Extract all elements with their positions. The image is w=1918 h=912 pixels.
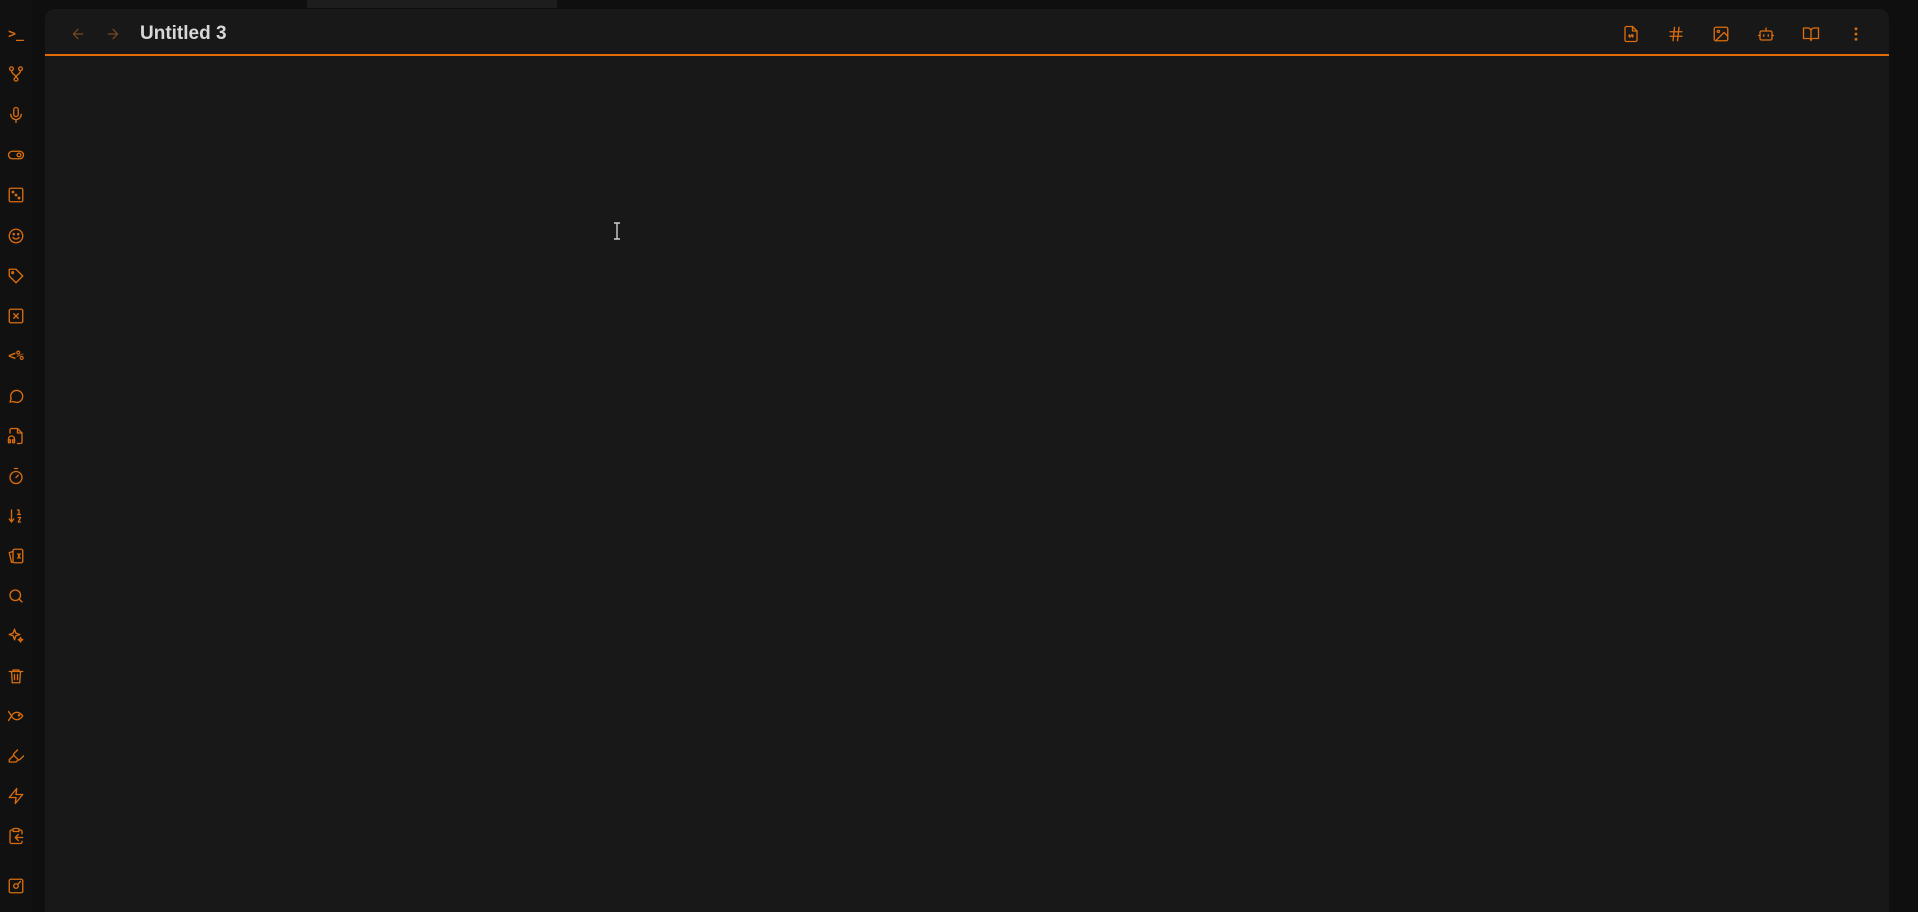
dice-icon[interactable] <box>4 183 28 207</box>
tag-icon[interactable] <box>4 264 28 288</box>
vault-icon[interactable] <box>4 874 28 898</box>
fish-icon[interactable] <box>4 704 28 728</box>
zap-icon[interactable] <box>4 784 28 808</box>
file-audio-icon[interactable] <box>4 424 28 448</box>
text-cursor-icon <box>612 221 622 241</box>
arrow-left-icon[interactable] <box>67 23 89 45</box>
templater-icon[interactable]: <% <box>4 344 28 368</box>
file-link-icon[interactable] <box>1619 22 1643 46</box>
editor-scrollbar[interactable] <box>1879 58 1889 912</box>
message-circle-icon[interactable] <box>4 384 28 408</box>
highlighter-icon[interactable] <box>4 744 28 768</box>
bot-icon[interactable] <box>1754 22 1778 46</box>
sparkles-icon[interactable] <box>4 624 28 648</box>
view-header: Untitled 3 <box>45 9 1889 56</box>
hash-icon[interactable] <box>1664 22 1688 46</box>
smiley-icon[interactable] <box>4 224 28 248</box>
left-ribbon: >_ <% <box>0 0 32 912</box>
clipboard-export-icon[interactable] <box>4 824 28 848</box>
trash-icon[interactable] <box>4 664 28 688</box>
page-title[interactable]: Untitled 3 <box>140 20 227 48</box>
arrow-right-icon[interactable] <box>102 23 124 45</box>
toggle-icon[interactable] <box>4 143 28 167</box>
terminal-icon-label: >_ <box>8 26 24 42</box>
app-window: >_ <% Untitled 3 <box>0 0 1918 912</box>
sort-icon[interactable] <box>4 504 28 528</box>
cards-icon[interactable] <box>4 544 28 568</box>
image-icon[interactable] <box>1709 22 1733 46</box>
terminal-icon[interactable]: >_ <box>4 22 28 46</box>
editor-pane: Untitled 3 <box>45 9 1889 912</box>
microphone-icon[interactable] <box>4 103 28 127</box>
x-square-icon[interactable] <box>4 304 28 328</box>
templater-icon-label: <% <box>8 348 24 364</box>
tab-strip[interactable] <box>307 0 557 8</box>
search-icon[interactable] <box>4 584 28 608</box>
timer-icon[interactable] <box>4 464 28 488</box>
editor-content[interactable] <box>45 58 1889 912</box>
git-branch-icon[interactable] <box>4 62 28 86</box>
book-open-icon[interactable] <box>1799 22 1823 46</box>
more-vertical-icon[interactable] <box>1844 22 1868 46</box>
